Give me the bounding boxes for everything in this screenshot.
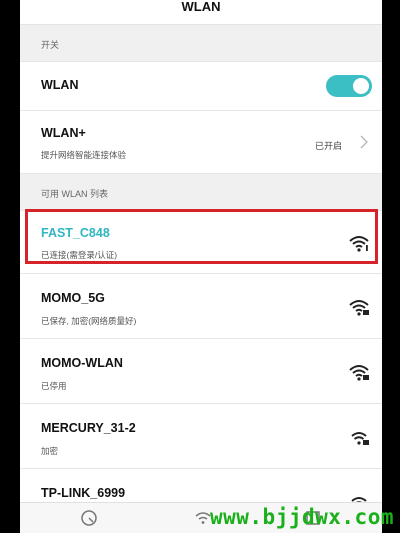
wlan-toggle-row[interactable]: WLAN [20,62,382,111]
available-networks-header: 可用 WLAN 列表 [20,174,382,211]
wlan-toggle-switch[interactable] [326,75,372,97]
network-status: 已连接(需登录/认证) [41,250,118,260]
wlan-label: WLAN [41,78,79,92]
network-ssid: TP-LINK_6999 [41,486,126,500]
network-ssid: MOMO_5G [41,291,105,305]
wlan-plus-status: 已开启 [314,141,342,151]
wifi-lock-icon [351,432,369,445]
wifi-signal-icon [349,236,369,252]
wifi-lock-icon [349,365,369,381]
network-status: 已保存, 加密(网络质量好) [41,316,137,326]
network-row-mercury[interactable]: MERCURY_31-2 加密 [20,404,382,469]
site-watermark: www.bjjdwx.com [209,505,394,529]
switch-section-header: 开关 [20,25,382,62]
wlan-plus-label: WLAN+ [41,126,86,140]
toggle-knob [353,78,369,94]
network-status: 已停用 [41,381,67,391]
wlan-settings-screen: WLAN 开关 WLAN WLAN+ 提升网络智能连接体验 已开启 可用 WLA… [20,0,382,533]
wlan-plus-description: 提升网络智能连接体验 [41,150,127,160]
wifi-lock-icon [349,300,369,316]
wlan-plus-row[interactable]: WLAN+ 提升网络智能连接体验 已开启 [20,111,382,174]
network-row-momo-5g[interactable]: MOMO_5G 已保存, 加密(网络质量好) [20,274,382,339]
network-ssid: FAST_C848 [41,226,110,240]
page-title: WLAN [20,0,382,25]
network-ssid: MERCURY_31-2 [41,421,136,435]
network-row-momo-wlan[interactable]: MOMO-WLAN 已停用 [20,339,382,404]
network-ssid: MOMO-WLAN [41,356,123,370]
network-status: 加密 [41,446,59,456]
chevron-right-icon [360,135,368,149]
network-row-fast-c848[interactable]: FAST_C848 已连接(需登录/认证) [20,211,382,274]
refresh-icon[interactable] [80,509,98,527]
